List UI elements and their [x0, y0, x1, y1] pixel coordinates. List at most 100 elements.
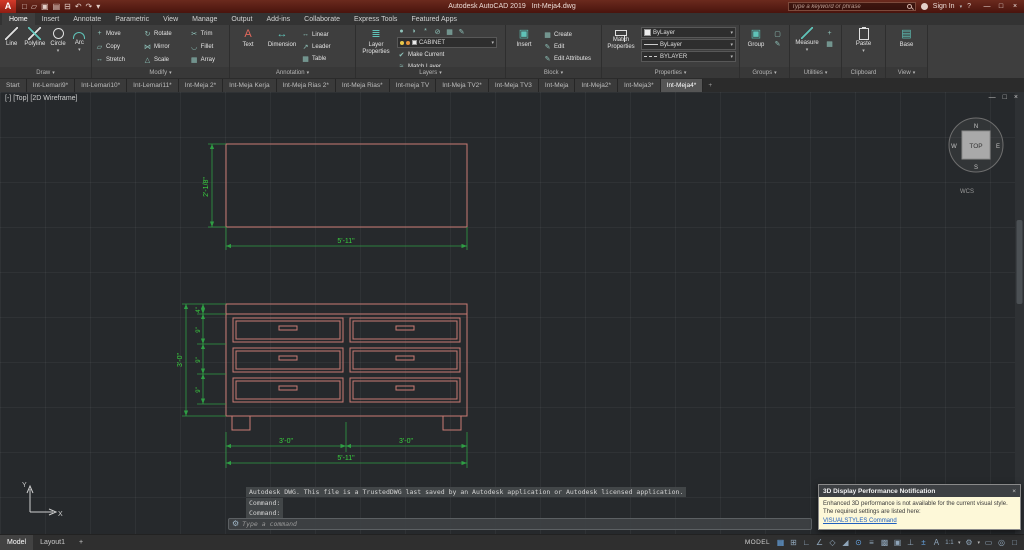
file-tab[interactable]: Int-Meja3* [618, 79, 661, 92]
fillet-tool[interactable]: ◡ Fillet [190, 41, 226, 52]
dynamic-input-icon[interactable]: ± [919, 538, 928, 547]
tab-featured-apps[interactable]: Featured Apps [404, 13, 464, 25]
file-tab[interactable]: Int-Lemari11* [127, 79, 179, 92]
grid-icon[interactable]: ▦ [776, 538, 785, 547]
selection-cycling-icon[interactable]: ▣ [893, 538, 902, 547]
polar-tracking-icon[interactable]: ∠ [815, 538, 824, 547]
layer-dropdown[interactable]: CABINET ▾ [397, 37, 497, 48]
doc-close-button[interactable]: × [1014, 94, 1018, 101]
paste-tool[interactable]: Paste ▾ [849, 27, 879, 54]
layer-isolate-icon[interactable]: ◑ [409, 27, 418, 36]
panel-title-layers[interactable]: Layers ▾ [356, 67, 505, 78]
tabletop-outline[interactable] [225, 143, 468, 228]
layer-lock-icon[interactable]: ⊘ [433, 27, 442, 36]
linear-dimension-tool[interactable]: ↔ Linear [301, 29, 331, 40]
search-input[interactable] [791, 3, 905, 10]
line-tool[interactable]: Line [3, 27, 20, 48]
save-as-icon[interactable]: ▤ [53, 0, 61, 13]
layout1-tab[interactable]: Layout1 [33, 535, 72, 550]
viewport-menu-view[interactable]: [Top] [13, 95, 28, 102]
base-view-tool[interactable]: ▤ Base [892, 27, 922, 49]
arc-tool[interactable]: Arc ▾ [71, 27, 88, 53]
vertical-scrollbar-track[interactable] [1015, 92, 1024, 534]
file-tab[interactable]: Int-Meja [538, 79, 576, 92]
layer-off-icon[interactable]: ● [397, 27, 406, 36]
object-color-dropdown[interactable]: ByLayer ▾ [641, 27, 736, 38]
workspace-icon[interactable]: ⚙ [964, 538, 973, 547]
file-tab[interactable]: Int-meja TV [389, 79, 437, 92]
dynamic-ucs-icon[interactable]: ⊥ [906, 538, 915, 547]
lineweight-icon[interactable]: ≡ [867, 538, 876, 547]
table-tool[interactable]: ▦ Table [301, 53, 331, 64]
layer-walk-icon[interactable]: ▦ [445, 27, 454, 36]
annotation-scale-button[interactable]: 1:1 [945, 540, 954, 546]
viewport-menu-visual-style[interactable]: [2D Wireframe] [30, 95, 77, 102]
leader-tool[interactable]: ↗ Leader [301, 41, 331, 52]
model-tab[interactable]: Model [0, 534, 34, 550]
cabinet-leg-left[interactable] [231, 415, 251, 431]
file-tab-start[interactable]: Start [0, 79, 27, 92]
drawing-area[interactable]: 2'-1/8" 5'-11" 4" 9" 9" 9" 3'-0" 3'-0" 3… [0, 92, 1024, 534]
layer-properties-tool[interactable]: ≣ Layer Properties [359, 27, 393, 55]
new-layout-button[interactable]: + [72, 535, 90, 550]
tab-insert[interactable]: Insert [35, 13, 67, 25]
panel-title-block[interactable]: Block ▾ [506, 67, 601, 78]
model-space-label[interactable]: MODEL [745, 539, 770, 546]
workspace-caret-icon[interactable]: ▾ [977, 540, 980, 546]
save-icon[interactable]: ▣ [41, 0, 49, 13]
viewcube-top-label[interactable]: TOP [969, 143, 982, 150]
autocad-logo-icon[interactable]: A [0, 0, 16, 13]
file-tab[interactable]: Int-Meja Kerja [223, 79, 277, 92]
create-block-tool[interactable]: ▦ Create [543, 29, 591, 40]
file-tab[interactable]: Int-Meja TV3 [488, 79, 539, 92]
array-tool[interactable]: ▦ Array [190, 54, 226, 65]
annotation-visibility-icon[interactable]: A [932, 538, 941, 547]
clean-screen-icon[interactable]: □ [1010, 538, 1019, 547]
doc-restore-button[interactable]: □ [1003, 94, 1007, 101]
doc-minimize-button[interactable]: — [989, 94, 996, 101]
new-file-icon[interactable]: □ [22, 0, 27, 13]
undo-icon[interactable]: ↶ [75, 0, 82, 13]
circle-tool[interactable]: Circle ▾ [49, 27, 66, 54]
file-tab[interactable]: Int-Meja2* [575, 79, 619, 92]
snap-icon[interactable]: ⊞ [789, 538, 798, 547]
make-current-tool[interactable]: ✔ Make Current [397, 49, 502, 60]
tab-output[interactable]: Output [224, 13, 259, 25]
plot-icon[interactable]: ⊟ [64, 0, 71, 13]
text-tool[interactable]: A Text [233, 27, 263, 49]
panel-title-properties[interactable]: Properties ▾ [602, 67, 739, 78]
tab-parametric[interactable]: Parametric [108, 13, 156, 25]
tab-home[interactable]: Home [2, 13, 35, 25]
object-snap-icon[interactable]: ⊙ [854, 538, 863, 547]
file-tab[interactable]: Int-Lemari10* [75, 79, 128, 92]
qat-dropdown-icon[interactable]: ▾ [96, 0, 100, 13]
copy-tool[interactable]: ▱ Copy [95, 41, 136, 52]
maximize-button[interactable]: □ [994, 3, 1008, 10]
dimension-tool[interactable]: ↔ Dimension [267, 27, 297, 49]
mirror-tool[interactable]: ⋈ Mirror [143, 41, 183, 52]
trim-tool[interactable]: ✂ Trim [190, 28, 226, 39]
tab-express-tools[interactable]: Express Tools [347, 13, 404, 25]
tab-addins[interactable]: Add-ins [259, 13, 297, 25]
polyline-tool[interactable]: Polyline [24, 27, 45, 48]
group-edit-icon[interactable]: ✎ [773, 39, 782, 48]
new-drawing-button[interactable]: + [703, 79, 717, 92]
match-properties-tool[interactable]: Match Properties [605, 27, 637, 50]
customize-icon[interactable]: ⚙ [232, 519, 239, 529]
drawing-canvas[interactable]: 2'-1/8" 5'-11" 4" 9" 9" 9" 3'-0" 3'-0" 3… [0, 92, 1024, 534]
command-input[interactable] [242, 520, 808, 528]
visualstyles-command-link[interactable]: VISUALSTYLES Command [823, 517, 897, 525]
file-tab[interactable]: Int-Lemari9* [26, 79, 76, 92]
tab-view[interactable]: View [156, 13, 185, 25]
isolate-objects-icon[interactable]: ◎ [997, 538, 1006, 547]
id-point-icon[interactable]: + [825, 29, 834, 38]
file-tab-active[interactable]: Int-Meja4* [660, 79, 704, 92]
redo-icon[interactable]: ↷ [86, 0, 93, 13]
panel-title-modify[interactable]: Modify ▾ [92, 67, 229, 78]
transparency-icon[interactable]: ▩ [880, 538, 889, 547]
wcs-dropdown[interactable]: WCS [960, 189, 974, 195]
keyword-search[interactable] [787, 2, 916, 11]
tab-manage[interactable]: Manage [185, 13, 224, 25]
linetype-dropdown[interactable]: BYLAYER ▾ [641, 51, 736, 62]
panel-title-view[interactable]: View ▾ [886, 67, 927, 78]
